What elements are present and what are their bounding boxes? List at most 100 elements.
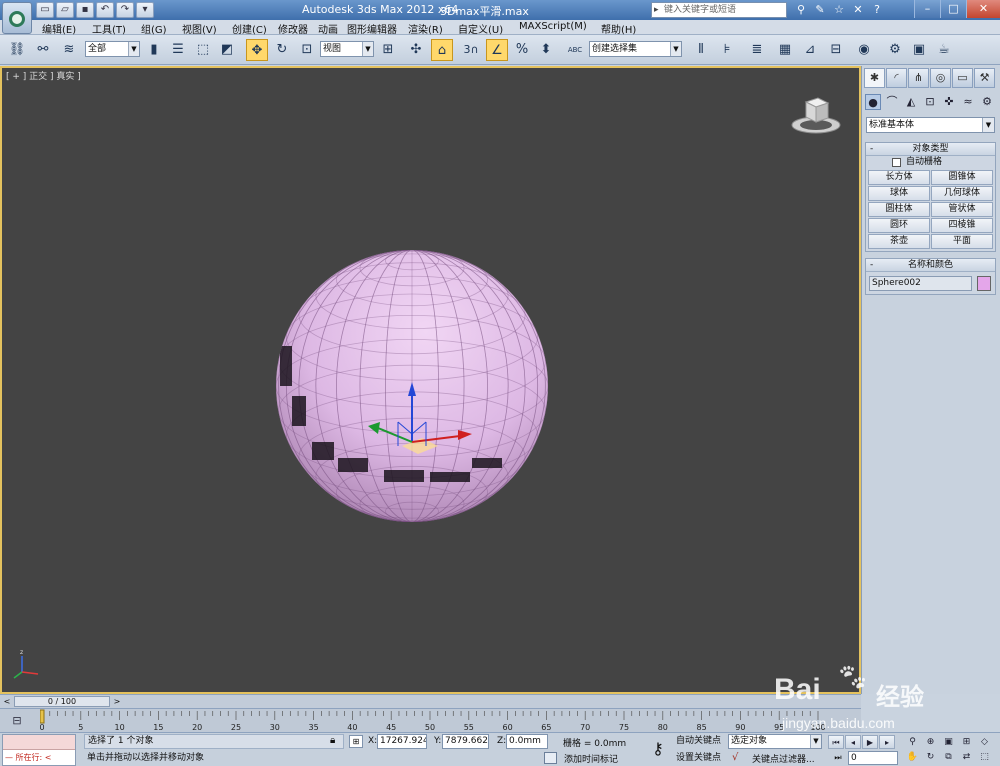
- app-logo-icon[interactable]: [2, 2, 32, 34]
- viewcube-icon[interactable]: [788, 92, 844, 136]
- maxscript-input[interactable]: [3, 735, 75, 750]
- menu-tools[interactable]: 工具(T): [92, 21, 126, 36]
- helpers-icon[interactable]: ✜: [941, 94, 957, 110]
- prev-key-icon[interactable]: ◂: [845, 735, 861, 749]
- geosphere-button[interactable]: 几何球体: [931, 186, 993, 201]
- play-icon[interactable]: ▶: [862, 735, 878, 749]
- box-button[interactable]: 长方体: [868, 170, 930, 185]
- x-coordinate-input[interactable]: 17267.924: [377, 734, 427, 749]
- menu-graph-editors[interactable]: 图形编辑器: [347, 21, 397, 36]
- walk-icon[interactable]: ⇄: [958, 750, 975, 764]
- curve-editor-icon[interactable]: ⊿: [799, 39, 821, 61]
- graphite-tools-icon[interactable]: ▦: [774, 39, 796, 61]
- render-production-icon[interactable]: ☕: [933, 39, 955, 61]
- next-key-icon[interactable]: ▸: [879, 735, 895, 749]
- percent-snap-icon[interactable]: %: [511, 39, 533, 61]
- mirror-icon[interactable]: ⫴: [690, 39, 712, 61]
- region-zoom-icon[interactable]: ⬚: [976, 750, 993, 764]
- selection-filter-dropdown[interactable]: 全部 ▼: [85, 41, 140, 57]
- z-coordinate-input[interactable]: 0.0mm: [506, 734, 548, 749]
- keyboard-shortcut-override-icon[interactable]: ⌂: [431, 39, 453, 61]
- menu-help[interactable]: 帮助(H): [601, 21, 636, 36]
- maxscript-listener[interactable]: — 所在行: <: [2, 734, 76, 766]
- zoom-extents-icon[interactable]: ▣: [940, 735, 957, 749]
- minimize-button[interactable]: –: [914, 0, 940, 18]
- material-editor-icon[interactable]: ◉: [853, 39, 875, 61]
- fov-icon[interactable]: ◇: [976, 735, 993, 749]
- cameras-icon[interactable]: ⊡: [922, 94, 938, 110]
- maximize-button[interactable]: □: [940, 0, 966, 18]
- zoom-icon[interactable]: ⚲: [904, 735, 921, 749]
- utilities-tab-icon[interactable]: ⚒: [974, 68, 995, 88]
- maximize-viewport-icon[interactable]: ⧉: [940, 750, 957, 764]
- lights-icon[interactable]: ◭: [903, 94, 919, 110]
- sphere-object[interactable]: [272, 246, 562, 536]
- absolute-mode-icon[interactable]: ⊞: [349, 735, 363, 748]
- track-ruler[interactable]: 0 5 10 15 20 25 30 35 40 45 50 55 60 65 70 75 80 85 90 95 10…: [40, 709, 830, 733]
- menu-modifiers[interactable]: 修改器: [278, 21, 308, 36]
- tools-icon[interactable]: ✎: [812, 2, 828, 18]
- add-time-tag-icon[interactable]: [544, 752, 557, 764]
- dropdown-icon[interactable]: ▾: [136, 2, 154, 18]
- torus-button[interactable]: 圆环: [868, 218, 930, 233]
- object-type-header[interactable]: - 对象类型: [866, 143, 995, 156]
- geometry-icon[interactable]: ●: [865, 94, 881, 110]
- motion-tab-icon[interactable]: ◎: [930, 68, 951, 88]
- select-move-icon[interactable]: ✥: [246, 39, 268, 61]
- named-selection-dropdown[interactable]: 创建选择集 ▼: [589, 41, 682, 57]
- layer-manager-icon[interactable]: ≣: [746, 39, 768, 61]
- snap-toggle-icon[interactable]: 3∩: [460, 39, 482, 61]
- menu-animation[interactable]: 动画: [318, 21, 338, 36]
- select-by-name-icon[interactable]: ☰: [167, 39, 189, 61]
- rect-selection-icon[interactable]: ⬚: [192, 39, 214, 61]
- time-slider-thumb[interactable]: 0 / 100: [14, 696, 110, 707]
- current-frame-input[interactable]: 0: [848, 751, 898, 765]
- zoom-extents-all-icon[interactable]: ⊞: [958, 735, 975, 749]
- orbit-icon[interactable]: ↻: [922, 750, 939, 764]
- systems-icon[interactable]: ⚙: [979, 94, 995, 110]
- next-frame-button[interactable]: >: [112, 696, 122, 707]
- sphere-button[interactable]: 球体: [868, 186, 930, 201]
- select-object-icon[interactable]: ▮: [143, 39, 165, 61]
- tube-button[interactable]: 管状体: [931, 202, 993, 217]
- menu-views[interactable]: 视图(V): [182, 21, 217, 36]
- space-warps-icon[interactable]: ≈: [960, 94, 976, 110]
- plane-button[interactable]: 平面: [931, 234, 993, 249]
- cylinder-button[interactable]: 圆柱体: [868, 202, 930, 217]
- undo-icon[interactable]: ↶: [96, 2, 114, 18]
- open-icon[interactable]: ▱: [56, 2, 74, 18]
- key-mode-dropdown[interactable]: 选定对象 ▼: [728, 734, 822, 749]
- key-icon[interactable]: ⚷: [646, 737, 670, 761]
- time-config-icon[interactable]: ⏭: [830, 751, 846, 765]
- redo-icon[interactable]: ↷: [116, 2, 134, 18]
- ref-coord-dropdown[interactable]: 视图 ▼: [320, 41, 374, 57]
- checkbox-icon[interactable]: [892, 158, 901, 167]
- menu-edit[interactable]: 编辑(E): [42, 21, 76, 36]
- hierarchy-tab-icon[interactable]: ⋔: [908, 68, 929, 88]
- schematic-view-icon[interactable]: ⊟: [825, 39, 847, 61]
- object-color-swatch[interactable]: [977, 276, 991, 291]
- display-tab-icon[interactable]: ▭: [952, 68, 973, 88]
- go-to-start-icon[interactable]: ⏮: [828, 735, 844, 749]
- bind-space-warp-icon[interactable]: ≋: [58, 39, 80, 61]
- perspective-viewport[interactable]: [ + ] 正交 ] 真实 ] z: [0, 66, 861, 694]
- current-frame-marker[interactable]: [40, 709, 45, 724]
- object-name-input[interactable]: Sphere002: [869, 276, 972, 291]
- primitive-type-dropdown[interactable]: 标准基本体 ▼: [866, 117, 995, 133]
- key-filters-button[interactable]: 关键点过滤器...: [752, 752, 815, 765]
- teapot-button[interactable]: 茶壶: [868, 234, 930, 249]
- close-button[interactable]: ✕: [966, 0, 1000, 18]
- zoom-all-icon[interactable]: ⊕: [922, 735, 939, 749]
- star-icon[interactable]: ☆: [831, 2, 847, 18]
- y-coordinate-input[interactable]: 7879.662m: [442, 734, 489, 749]
- set-key-button[interactable]: 设置关键点: [676, 751, 721, 765]
- cone-button[interactable]: 圆锥体: [931, 170, 993, 185]
- link-icon[interactable]: ⛓: [6, 39, 28, 61]
- select-rotate-icon[interactable]: ↻: [271, 39, 293, 61]
- viewport-label[interactable]: [ + ] 正交 ] 真实 ]: [6, 69, 81, 82]
- pivot-center-icon[interactable]: ⊞: [377, 39, 399, 61]
- autogrid-checkbox[interactable]: 自动栅格: [866, 156, 995, 169]
- align-icon[interactable]: ⊧: [716, 39, 738, 61]
- modify-tab-icon[interactable]: ◜: [886, 68, 907, 88]
- new-icon[interactable]: ▭: [36, 2, 54, 18]
